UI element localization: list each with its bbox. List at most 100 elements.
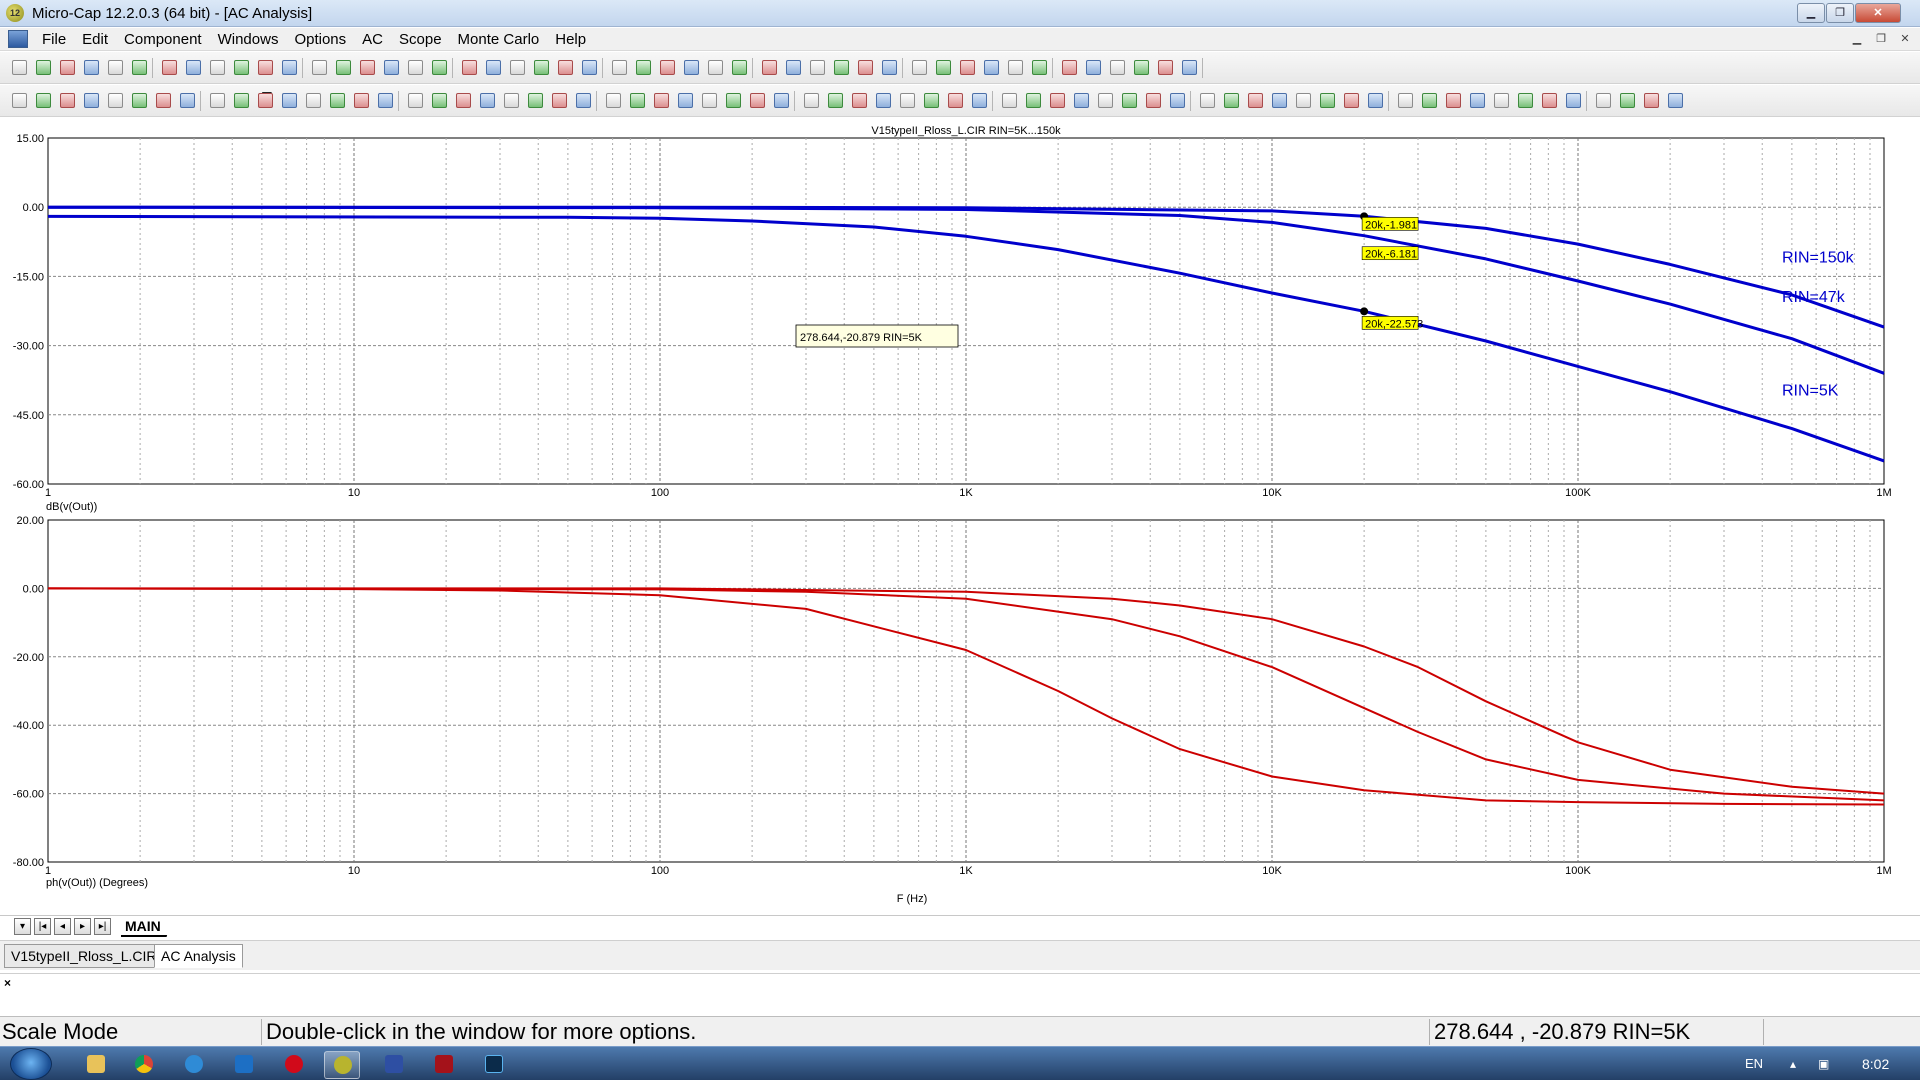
menu-help[interactable]: Help: [547, 31, 594, 48]
ac-analysis-plots[interactable]: 15.000.00-15.00-30.00-45.00-60.001 10 100 1…: [0, 118, 1920, 918]
toolbar2-button-icon[interactable]: [828, 93, 843, 108]
toolbar1-button-icon[interactable]: [1032, 60, 1047, 75]
toolbar2-button-icon[interactable]: [1224, 93, 1239, 108]
toolbar2-button-icon[interactable]: [84, 93, 99, 108]
toolbar1-button-icon[interactable]: [1134, 60, 1149, 75]
toolbar1-button-icon[interactable]: [1110, 60, 1125, 75]
toolbar1-button-icon[interactable]: [858, 60, 873, 75]
toolbar2-button-icon[interactable]: [330, 93, 345, 108]
toolbar2-button-icon[interactable]: [900, 93, 915, 108]
toolbar2-button-icon[interactable]: [654, 93, 669, 108]
toolbar2-button-icon[interactable]: [60, 93, 75, 108]
toolbar2-button-icon[interactable]: [1668, 93, 1683, 108]
toolbar2-button-icon[interactable]: [1248, 93, 1263, 108]
toolbar2-button-icon[interactable]: [528, 93, 543, 108]
toolbar1-button-icon[interactable]: [432, 60, 447, 75]
toolbar1-button-icon[interactable]: [210, 60, 225, 75]
toolbar2-button-icon[interactable]: [972, 93, 987, 108]
toolbar2-button-icon[interactable]: [804, 93, 819, 108]
toolbar1-button-icon[interactable]: [462, 60, 477, 75]
tray-clock[interactable]: 8:02: [1862, 1056, 1889, 1072]
tray-expand-icon[interactable]: ▴: [1790, 1057, 1796, 1071]
sheet-menu-button[interactable]: ▾: [14, 918, 31, 935]
toolbar2-button-icon[interactable]: [378, 93, 393, 108]
toolbar2-button-icon[interactable]: [1494, 93, 1509, 108]
toolbar2-button-icon[interactable]: [234, 93, 249, 108]
toolbar1-button-icon[interactable]: [708, 60, 723, 75]
toolbar2-button-icon[interactable]: [852, 93, 867, 108]
toolbar2-button-icon[interactable]: [1296, 93, 1311, 108]
tray-language[interactable]: EN: [1745, 1056, 1763, 1071]
close-button[interactable]: ✕: [1855, 3, 1901, 23]
toolbar1-button-icon[interactable]: [984, 60, 999, 75]
micro-cap-app-icon[interactable]: 12: [6, 4, 24, 22]
document-icon[interactable]: [8, 30, 28, 48]
taskbar-save[interactable]: [376, 1051, 412, 1079]
prev-sheet-button[interactable]: ◂: [54, 918, 71, 935]
taskbar-ie[interactable]: [176, 1051, 212, 1079]
menu-monte-carlo[interactable]: Monte Carlo: [450, 31, 548, 48]
taskbar-microcap[interactable]: [324, 1051, 360, 1079]
toolbar2-button-icon[interactable]: [948, 93, 963, 108]
minimize-button[interactable]: ▁: [1797, 3, 1825, 23]
toolbar1-button-icon[interactable]: [486, 60, 501, 75]
toolbar1-button-icon[interactable]: [936, 60, 951, 75]
toolbar1-button-icon[interactable]: [1086, 60, 1101, 75]
toolbar2-button-icon[interactable]: [36, 93, 51, 108]
toolbar2-button-icon[interactable]: [432, 93, 447, 108]
toolbar2-button-icon[interactable]: [156, 93, 171, 108]
toolbar1-button-icon[interactable]: [684, 60, 699, 75]
toolbar2-button-icon[interactable]: [480, 93, 495, 108]
toolbar2-button-icon[interactable]: [1098, 93, 1113, 108]
toolbar1-button-icon[interactable]: [282, 60, 297, 75]
output-pane[interactable]: ×: [0, 973, 1920, 1013]
start-button[interactable]: [10, 1048, 52, 1080]
taskbar-opera[interactable]: [276, 1051, 312, 1079]
toolbar2-button-icon[interactable]: [876, 93, 891, 108]
toolbar2-button-icon[interactable]: [282, 93, 297, 108]
title-bar[interactable]: 12 Micro-Cap 12.2.0.3 (64 bit) - [AC Ana…: [0, 0, 1920, 27]
first-sheet-button[interactable]: |◂: [34, 918, 51, 935]
toolbar2-button-icon[interactable]: [1344, 93, 1359, 108]
toolbar1-button-icon[interactable]: [36, 60, 51, 75]
toolbar1-button-icon[interactable]: [12, 60, 27, 75]
toolbar1-button-icon[interactable]: [534, 60, 549, 75]
toolbar2-button-icon[interactable]: [210, 93, 225, 108]
toolbar2-button-icon[interactable]: [774, 93, 789, 108]
toolbar1-button-icon[interactable]: [912, 60, 927, 75]
toolbar2-button-icon[interactable]: [678, 93, 693, 108]
toolbar2-button-icon[interactable]: [1002, 93, 1017, 108]
toolbar2-button-icon[interactable]: [1596, 93, 1611, 108]
toolbar1-button-icon[interactable]: [336, 60, 351, 75]
toolbar1-button-icon[interactable]: [834, 60, 849, 75]
toolbar1-button-icon[interactable]: [258, 60, 273, 75]
toolbar2-button-icon[interactable]: [108, 93, 123, 108]
toolbar1-button-icon[interactable]: [882, 60, 897, 75]
toolbar2-button-icon[interactable]: [1122, 93, 1137, 108]
toolbar2-button-icon[interactable]: [1170, 93, 1185, 108]
doc-tab-ac-analysis[interactable]: AC Analysis: [154, 944, 243, 968]
toolbar1-button-icon[interactable]: [762, 60, 777, 75]
toolbar1-button-icon[interactable]: [312, 60, 327, 75]
toolbar2-button-icon[interactable]: [1050, 93, 1065, 108]
toolbar2-button-icon[interactable]: [750, 93, 765, 108]
next-sheet-button[interactable]: ▸: [74, 918, 91, 935]
menu-component[interactable]: Component: [116, 31, 210, 48]
toolbar1-button-icon[interactable]: [636, 60, 651, 75]
toolbar1-button-icon[interactable]: [408, 60, 423, 75]
toolbar2-button-icon[interactable]: [1320, 93, 1335, 108]
toolbar2-button-icon[interactable]: [1272, 93, 1287, 108]
toolbar2-button-icon[interactable]: [456, 93, 471, 108]
toolbar1-button-icon[interactable]: [510, 60, 525, 75]
toolbar2-button-icon[interactable]: [552, 93, 567, 108]
toolbar1-button-icon[interactable]: [132, 60, 147, 75]
toolbar2-button-icon[interactable]: [726, 93, 741, 108]
output-close-icon[interactable]: ×: [4, 976, 11, 990]
toolbar1-button-icon[interactable]: [786, 60, 801, 75]
menu-windows[interactable]: Windows: [210, 31, 287, 48]
taskbar-explorer[interactable]: [78, 1051, 114, 1079]
toolbar1-button-icon[interactable]: [732, 60, 747, 75]
toolbar2-button-icon[interactable]: [1620, 93, 1635, 108]
toolbar1-button-icon[interactable]: [660, 60, 675, 75]
toolbar2-button-icon[interactable]: [1146, 93, 1161, 108]
